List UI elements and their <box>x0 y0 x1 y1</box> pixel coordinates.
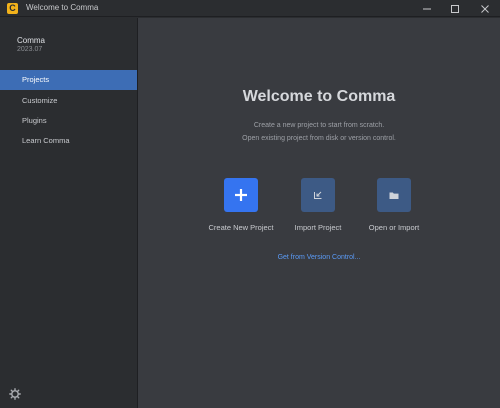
page-title: Welcome to Comma <box>242 88 396 105</box>
window-title: Welcome to Comma <box>26 3 99 12</box>
minimize-button[interactable] <box>413 0 441 17</box>
create-new-project-action[interactable]: Create New Project <box>201 178 281 232</box>
open-or-import-action[interactable]: Open or Import <box>354 178 434 232</box>
sidebar-item-learn[interactable]: Learn Comma <box>0 131 137 151</box>
get-from-vcs-link[interactable]: Get from Version Control... <box>138 254 500 261</box>
maximize-button[interactable] <box>441 0 469 17</box>
plus-icon <box>235 189 247 201</box>
subtitle-line-1: Create a new project to start from scrat… <box>253 122 385 129</box>
title-bar: C Welcome to Comma <box>0 0 500 17</box>
minimize-icon <box>423 8 431 9</box>
import-project-label: Import Project <box>294 223 342 232</box>
sidebar-item-projects[interactable]: Projects <box>0 70 137 90</box>
product-name: Comma <box>17 36 46 45</box>
app-logo-icon: C <box>7 3 18 14</box>
sidebar: Comma 2023.07 Projects Customize Plugins… <box>0 18 138 408</box>
import-project-button[interactable] <box>301 178 335 212</box>
product-version: 2023.07 <box>17 46 43 53</box>
close-icon <box>481 4 489 13</box>
import-icon <box>314 191 322 199</box>
welcome-panel: Welcome to Comma Create a new project to… <box>138 18 500 408</box>
open-or-import-label: Open or Import <box>368 223 420 232</box>
create-new-project-button[interactable] <box>224 178 258 212</box>
close-button[interactable] <box>471 0 499 17</box>
import-project-action[interactable]: Import Project <box>278 178 358 232</box>
sidebar-item-customize[interactable]: Customize <box>0 91 137 111</box>
sidebar-item-plugins[interactable]: Plugins <box>0 111 137 131</box>
folder-icon <box>389 192 399 199</box>
subtitle-line-2: Open existing project from disk or versi… <box>242 135 396 142</box>
gear-icon[interactable] <box>9 388 21 400</box>
maximize-icon <box>451 4 459 13</box>
create-new-project-label: Create New Project <box>208 223 274 232</box>
open-or-import-button[interactable] <box>377 178 411 212</box>
